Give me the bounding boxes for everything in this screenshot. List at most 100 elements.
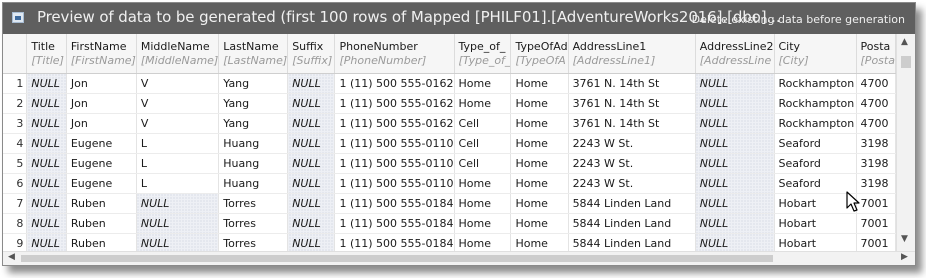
table-cell[interactable]: Seaford bbox=[774, 133, 857, 154]
table-cell[interactable]: NULL bbox=[26, 173, 67, 194]
table-cell[interactable]: NULL bbox=[287, 153, 336, 174]
column-header[interactable]: Suffix [Suffix] bbox=[287, 34, 336, 74]
table-cell[interactable]: Torres bbox=[218, 233, 289, 251]
table-cell[interactable]: Ruben bbox=[66, 233, 137, 251]
table-cell[interactable]: Home bbox=[510, 153, 569, 174]
table-cell[interactable]: NULL bbox=[136, 233, 220, 251]
table-cell[interactable]: NULL bbox=[287, 173, 336, 194]
table-cell[interactable]: L bbox=[136, 153, 220, 174]
table-cell[interactable]: Rockhampton bbox=[774, 113, 857, 134]
column-header[interactable]: Type_of_ [Type_of_ bbox=[454, 34, 512, 74]
table-cell[interactable]: Home bbox=[454, 93, 512, 114]
chevron-right-icon[interactable]: ▶ bbox=[901, 252, 908, 262]
table-cell[interactable]: NULL bbox=[287, 233, 336, 251]
table-cell[interactable]: Home bbox=[510, 213, 569, 234]
table-cell[interactable]: V bbox=[136, 113, 220, 134]
table-cell[interactable]: Hobart bbox=[774, 233, 857, 251]
table-row[interactable]: 1 NULL Jon V Yang NULL 1 (11) 500 555-0162 Home… bbox=[3, 73, 896, 94]
table-cell[interactable]: Seaford bbox=[774, 173, 857, 194]
table-cell[interactable]: 3198 bbox=[856, 173, 896, 194]
table-row[interactable]: 6 NULL Eugene L Huang NULL 1 (11) 500 555-0110… bbox=[3, 173, 896, 194]
table-cell[interactable]: Huang bbox=[218, 153, 289, 174]
table-cell[interactable]: 1 (11) 500 555-0162 bbox=[334, 73, 455, 94]
table-cell[interactable]: Home bbox=[454, 213, 512, 234]
table-cell[interactable]: NULL bbox=[695, 173, 775, 194]
column-header[interactable]: AddressLine1 [AddressLine1] bbox=[568, 34, 696, 74]
vertical-scrollbar[interactable]: ▲ ▼ bbox=[896, 34, 915, 251]
table-cell[interactable]: Huang bbox=[218, 173, 289, 194]
table-cell[interactable]: 3761 N. 14th St bbox=[568, 93, 696, 114]
table-cell[interactable]: 7001 bbox=[856, 233, 896, 251]
table-cell[interactable]: Torres bbox=[218, 213, 289, 234]
table-cell[interactable]: NULL bbox=[136, 193, 220, 214]
table-cell[interactable]: Eugene bbox=[66, 153, 137, 174]
table-cell[interactable]: V bbox=[136, 73, 220, 94]
table-cell[interactable]: NULL bbox=[26, 213, 67, 234]
table-cell[interactable]: Home bbox=[510, 113, 569, 134]
table-cell[interactable]: 4700 bbox=[856, 113, 896, 134]
table-cell[interactable]: Home bbox=[510, 73, 569, 94]
table-cell[interactable]: Jon bbox=[66, 113, 137, 134]
table-cell[interactable]: Home bbox=[510, 93, 569, 114]
column-header[interactable]: TypeOfAd [TypeOfA bbox=[510, 34, 569, 74]
table-cell[interactable]: 3761 N. 14th St bbox=[568, 73, 696, 94]
table-cell[interactable]: NULL bbox=[695, 153, 775, 174]
table-cell[interactable]: NULL bbox=[287, 133, 336, 154]
table-cell[interactable]: NULL bbox=[695, 233, 775, 251]
table-cell[interactable]: Cell bbox=[454, 133, 512, 154]
table-cell[interactable]: NULL bbox=[287, 73, 336, 94]
table-row[interactable]: 9 NULL Ruben NULL Torres NULL 1 (11) 500 555-0… bbox=[3, 233, 896, 251]
table-cell[interactable]: NULL bbox=[26, 133, 67, 154]
table-row[interactable]: 7 NULL Ruben NULL Torres NULL 1 (11) 500 555-0… bbox=[3, 193, 896, 214]
column-header[interactable]: Title [Title] bbox=[26, 34, 67, 74]
table-cell[interactable]: 5844 Linden Land bbox=[568, 213, 696, 234]
chevron-left-icon[interactable]: ◀ bbox=[8, 252, 15, 262]
table-cell[interactable]: L bbox=[136, 133, 220, 154]
table-cell[interactable]: Yang bbox=[218, 93, 289, 114]
table-cell[interactable]: NULL bbox=[695, 213, 775, 234]
delete-existing-data-option[interactable]: Delete existing data before generation bbox=[692, 13, 905, 26]
table-cell[interactable]: 3761 N. 14th St bbox=[568, 113, 696, 134]
table-cell[interactable]: 2243 W St. bbox=[568, 153, 696, 174]
table-cell[interactable]: Home bbox=[510, 193, 569, 214]
table-cell[interactable]: Ruben bbox=[66, 213, 137, 234]
column-header[interactable]: MiddleName [MiddleName] bbox=[136, 34, 220, 74]
column-header[interactable]: City [City] bbox=[774, 34, 857, 74]
table-cell[interactable]: Hobart bbox=[774, 213, 857, 234]
table-cell[interactable]: 3198 bbox=[856, 133, 896, 154]
table-cell[interactable]: 4700 bbox=[856, 93, 896, 114]
column-header[interactable]: AddressLine2 [AddressLine bbox=[695, 34, 775, 74]
table-cell[interactable]: Huang bbox=[218, 133, 289, 154]
table-cell[interactable]: 1 (11) 500 555-0162 bbox=[334, 93, 455, 114]
table-cell[interactable]: 1 (11) 500 555-0184 bbox=[334, 193, 455, 214]
column-header[interactable]: PhoneNumber [PhoneNumber] bbox=[334, 34, 455, 74]
table-cell[interactable]: NULL bbox=[287, 113, 336, 134]
table-cell[interactable]: Home bbox=[454, 233, 512, 251]
table-cell[interactable]: 1 (11) 500 555-0110 bbox=[334, 133, 455, 154]
table-cell[interactable]: 4700 bbox=[856, 73, 896, 94]
table-cell[interactable]: Home bbox=[510, 233, 569, 251]
table-cell[interactable]: Torres bbox=[218, 193, 289, 214]
table-cell[interactable]: Ruben bbox=[66, 193, 137, 214]
table-row[interactable]: 3 NULL Jon V Yang NULL 1 (11) 500 555-0162 Cell… bbox=[3, 113, 896, 134]
column-header[interactable]: LastName [LastName] bbox=[218, 34, 289, 74]
table-row[interactable]: 5 NULL Eugene L Huang NULL 1 (11) 500 555-0110… bbox=[3, 153, 896, 174]
table-cell[interactable]: Hobart bbox=[774, 193, 857, 214]
table-cell[interactable]: 5844 Linden Land bbox=[568, 233, 696, 251]
table-cell[interactable]: Yang bbox=[218, 113, 289, 134]
table-cell[interactable]: NULL bbox=[26, 193, 67, 214]
table-cell[interactable]: 2243 W St. bbox=[568, 173, 696, 194]
table-cell[interactable]: Yang bbox=[218, 73, 289, 94]
table-cell[interactable]: NULL bbox=[26, 73, 67, 94]
table-cell[interactable]: 7001 bbox=[856, 213, 896, 234]
table-cell[interactable]: Home bbox=[510, 133, 569, 154]
table-cell[interactable]: NULL bbox=[695, 113, 775, 134]
table-cell[interactable]: NULL bbox=[695, 133, 775, 154]
table-cell[interactable]: 3198 bbox=[856, 153, 896, 174]
table-cell[interactable]: NULL bbox=[695, 193, 775, 214]
table-cell[interactable]: 1 (11) 500 555-0110 bbox=[334, 173, 455, 194]
table-cell[interactable]: NULL bbox=[26, 153, 67, 174]
horizontal-scroll-thumb[interactable] bbox=[21, 255, 773, 262]
table-cell[interactable]: NULL bbox=[287, 213, 336, 234]
table-cell[interactable]: NULL bbox=[287, 193, 336, 214]
